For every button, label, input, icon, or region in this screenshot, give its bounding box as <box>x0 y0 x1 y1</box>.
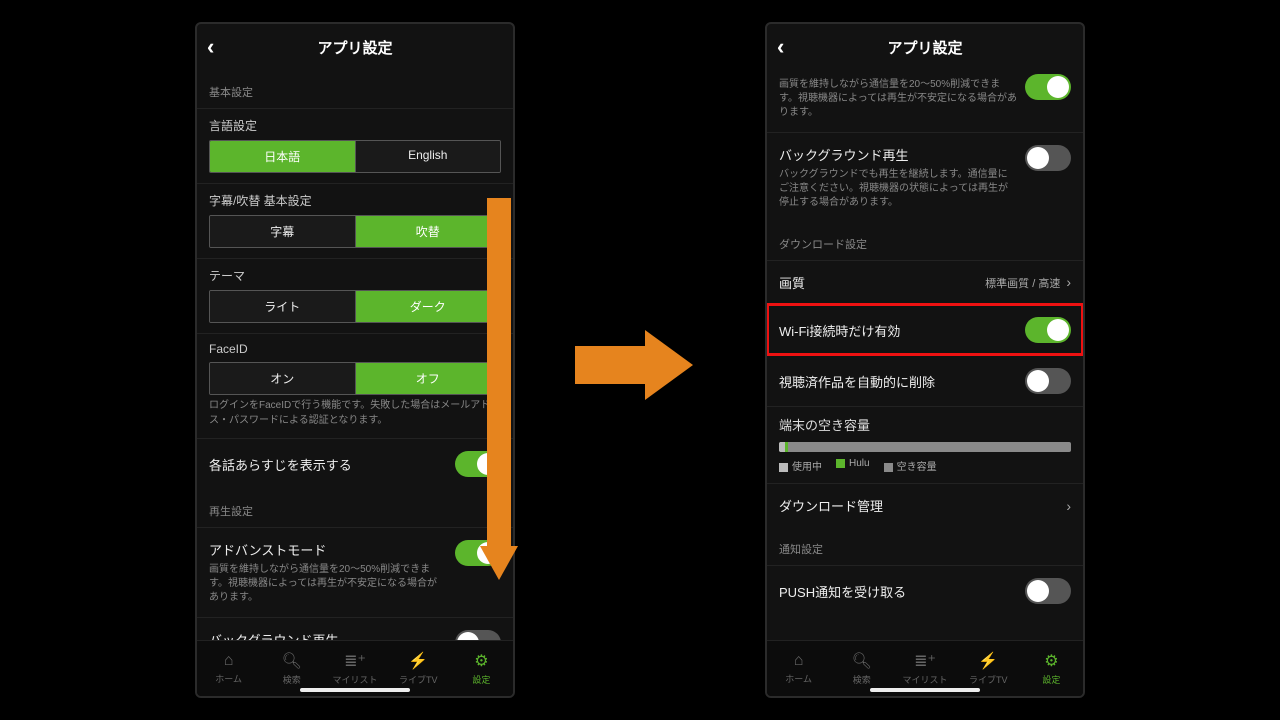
legend-hulu: Hulu <box>836 458 870 473</box>
section-notify: 通知設定 <box>767 527 1083 565</box>
row-subdub: 字幕/吹替 基本設定 字幕 吹替 <box>197 183 513 258</box>
search-icon: 🔍︎ <box>282 651 302 671</box>
segment-light[interactable]: ライト <box>210 291 355 322</box>
toggle-wifi-only[interactable] <box>1025 317 1071 343</box>
section-playback: 再生設定 <box>197 489 513 527</box>
tab-home[interactable]: ⌂ホーム <box>767 641 830 696</box>
mylist-icon: ≣⁺ <box>914 651 936 671</box>
desc-background-r: バックグラウンドでも再生を継続します。通信量にご注意ください。視聴機器の状態によ… <box>779 168 1009 210</box>
label-advanced: アドバンストモード <box>209 540 439 559</box>
storage-legend: 使用中 Hulu 空き容量 <box>779 458 1071 473</box>
annotation-arrow-down <box>480 198 518 580</box>
page-title: アプリ設定 <box>887 37 962 58</box>
gear-icon: ⚙ <box>474 651 488 671</box>
row-synopsis: 各話あらすじを表示する <box>197 438 513 489</box>
tab-settings[interactable]: ⚙設定 <box>1020 641 1083 696</box>
home-indicator <box>300 688 410 692</box>
home-indicator <box>870 688 980 692</box>
label-quality: 画質 <box>779 273 805 292</box>
page-title: アプリ設定 <box>317 37 392 58</box>
toggle-advanced-r[interactable] <box>1025 74 1071 100</box>
label-wifi-only: Wi-Fi接続時だけ有効 <box>779 321 900 340</box>
desc-advanced: 画質を維持しながら通信量を20〜50%削減できます。視聴機器によっては再生が不安… <box>209 563 439 605</box>
live-icon: ⚡ <box>408 651 428 671</box>
content-right: 画質を維持しながら通信量を20〜50%削減できます。視聴機器によっては再生が不安… <box>767 70 1083 640</box>
label-background-r: バックグラウンド再生 <box>779 145 1009 164</box>
search-icon: 🔍︎ <box>852 651 872 671</box>
segment-japanese[interactable]: 日本語 <box>210 141 355 172</box>
segment-off[interactable]: オフ <box>355 363 501 394</box>
row-download-management[interactable]: ダウンロード管理 › <box>767 483 1083 527</box>
desc-advanced-r: 画質を維持しながら通信量を20〜50%削減できます。視聴機器によっては再生が不安… <box>779 78 1019 120</box>
segment-dub[interactable]: 吹替 <box>355 216 501 247</box>
row-storage: 端末の空き容量 使用中 Hulu 空き容量 <box>767 406 1083 483</box>
toggle-background[interactable] <box>455 630 501 640</box>
label-auto-delete: 視聴済作品を自動的に削除 <box>779 372 935 391</box>
live-icon: ⚡ <box>978 651 998 671</box>
label-theme: テーマ <box>209 267 501 284</box>
mylist-icon: ≣⁺ <box>344 651 366 671</box>
label-storage: 端末の空き容量 <box>779 415 1071 434</box>
back-icon[interactable]: ‹ <box>207 34 214 60</box>
row-background-r: バックグラウンド再生 バックグラウンドでも再生を継続します。通信量にご注意くださ… <box>767 132 1083 222</box>
label-faceid: FaceID <box>209 342 501 356</box>
segmented-theme[interactable]: ライト ダーク <box>209 290 501 323</box>
header: ‹ アプリ設定 <box>197 24 513 70</box>
segment-dark[interactable]: ダーク <box>355 291 501 322</box>
row-quality[interactable]: 画質 標準画質 / 高速 › <box>767 260 1083 304</box>
toggle-background-r[interactable] <box>1025 145 1071 171</box>
storage-bar <box>779 442 1071 452</box>
row-auto-delete: 視聴済作品を自動的に削除 <box>767 355 1083 406</box>
row-advanced-r: 画質を維持しながら通信量を20〜50%削減できます。視聴機器によっては再生が不安… <box>767 70 1083 132</box>
phone-screen-left: ‹ アプリ設定 基本設定 言語設定 日本語 English 字幕/吹替 基本設定… <box>195 22 515 698</box>
label-subdub: 字幕/吹替 基本設定 <box>209 192 501 209</box>
chevron-right-icon: › <box>1066 274 1071 290</box>
label-background: バックグラウンド再生 <box>209 630 439 640</box>
gear-icon: ⚙ <box>1044 651 1058 671</box>
content-left: 基本設定 言語設定 日本語 English 字幕/吹替 基本設定 字幕 吹替 テ… <box>197 70 513 640</box>
segment-on[interactable]: オン <box>210 363 355 394</box>
row-background: バックグラウンド再生 バックグラウンドでも再生を継続します。通信量にご注意くださ… <box>197 617 513 640</box>
value-quality: 標準画質 / 高速 <box>985 278 1060 290</box>
row-language: 言語設定 日本語 English <box>197 108 513 183</box>
toggle-auto-delete[interactable] <box>1025 368 1071 394</box>
toggle-push[interactable] <box>1025 578 1071 604</box>
row-wifi-only: Wi-Fi接続時だけ有効 <box>767 304 1083 355</box>
desc-faceid: ログインをFaceIDで行う機能です。失敗した場合はメールアドレス・パスワードに… <box>209 399 501 428</box>
segmented-subdub[interactable]: 字幕 吹替 <box>209 215 501 248</box>
tab-home[interactable]: ⌂ホーム <box>197 641 260 696</box>
label-synopsis: 各話あらすじを表示する <box>209 455 352 474</box>
header: ‹ アプリ設定 <box>767 24 1083 70</box>
row-advanced: アドバンストモード 画質を維持しながら通信量を20〜50%削減できます。視聴機器… <box>197 527 513 617</box>
home-icon: ⌂ <box>224 652 234 670</box>
row-faceid: FaceID オン オフ ログインをFaceIDで行う機能です。失敗した場合はメ… <box>197 333 513 438</box>
chevron-right-icon: › <box>1066 498 1071 514</box>
label-language: 言語設定 <box>209 117 501 134</box>
segmented-faceid[interactable]: オン オフ <box>209 362 501 395</box>
section-download: ダウンロード設定 <box>767 222 1083 260</box>
label-download-management: ダウンロード管理 <box>779 496 883 515</box>
phone-screen-right: ‹ アプリ設定 画質を維持しながら通信量を20〜50%削減できます。視聴機器によ… <box>765 22 1085 698</box>
segmented-language[interactable]: 日本語 English <box>209 140 501 173</box>
home-icon: ⌂ <box>794 652 804 670</box>
segment-sub[interactable]: 字幕 <box>210 216 355 247</box>
annotation-arrow-right <box>575 330 695 400</box>
tab-settings[interactable]: ⚙設定 <box>450 641 513 696</box>
section-basic: 基本設定 <box>197 70 513 108</box>
label-push: PUSH通知を受け取る <box>779 582 906 601</box>
row-push: PUSH通知を受け取る <box>767 565 1083 616</box>
legend-used: 使用中 <box>779 458 822 473</box>
back-icon[interactable]: ‹ <box>777 34 784 60</box>
legend-free: 空き容量 <box>884 458 937 473</box>
segment-english[interactable]: English <box>355 141 501 172</box>
row-theme: テーマ ライト ダーク <box>197 258 513 333</box>
